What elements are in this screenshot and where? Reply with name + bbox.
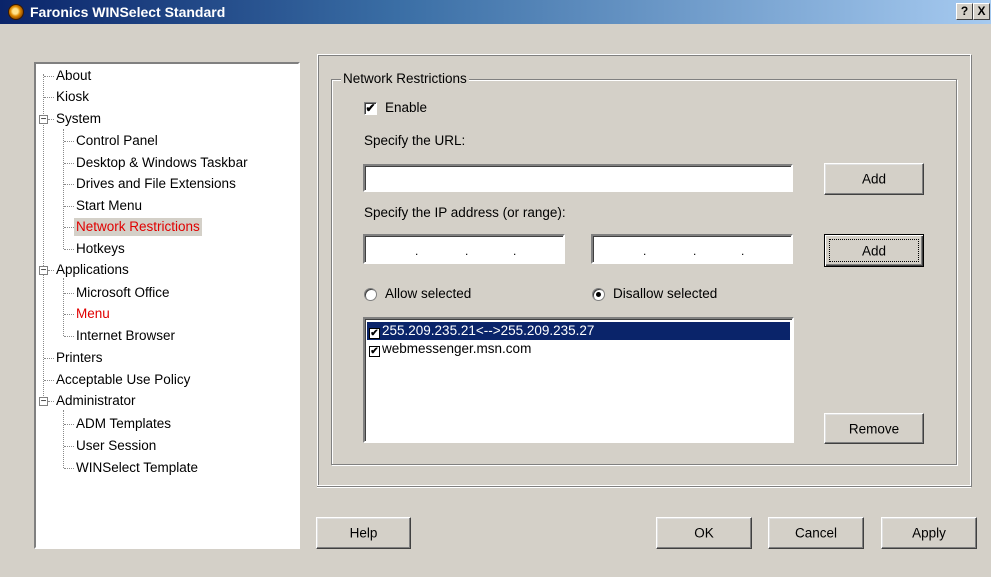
tree-line xyxy=(64,184,74,185)
tree-line xyxy=(48,119,54,120)
tree-line xyxy=(44,76,54,77)
tree-item-winselect-template[interactable]: WINSelect Template xyxy=(76,459,198,477)
tree-line xyxy=(48,401,54,402)
ip-dot: . xyxy=(741,244,745,258)
ok-button-label: OK xyxy=(694,525,714,541)
tree-line xyxy=(63,129,64,249)
add-ip-button-label: Add xyxy=(861,243,887,258)
tree-line xyxy=(64,249,74,250)
remove-button-label: Remove xyxy=(848,421,900,436)
tree-item-desktop-taskbar[interactable]: Desktop & Windows Taskbar xyxy=(76,154,248,172)
tree-line xyxy=(64,336,74,337)
tree-item-printers[interactable]: Printers xyxy=(56,349,103,367)
ip-dot: . xyxy=(693,244,697,258)
list-item-checkbox[interactable]: ✔ xyxy=(369,346,380,357)
network-restrictions-page: Network Restrictions ✔ Enable Specify th… xyxy=(317,54,971,486)
url-label: Specify the URL: xyxy=(364,133,466,148)
radio-dot xyxy=(596,292,601,297)
tree-item-acceptable-use-policy[interactable]: Acceptable Use Policy xyxy=(56,371,190,389)
tree-line xyxy=(63,278,64,336)
list-item-checkbox[interactable]: ✔ xyxy=(369,328,380,339)
cancel-button[interactable]: Cancel xyxy=(768,517,864,549)
apply-button[interactable]: Apply xyxy=(881,517,977,549)
allow-selected-label[interactable]: Allow selected xyxy=(385,286,471,301)
tree-line xyxy=(64,206,74,207)
help-button[interactable]: Help xyxy=(316,517,411,549)
tree-item-menu[interactable]: Menu xyxy=(76,305,110,323)
tree-item-internet-browser[interactable]: Internet Browser xyxy=(76,327,175,345)
tree-line xyxy=(64,227,74,228)
restriction-list[interactable]: ✔ 255.209.235.21<-->255.209.235.27 ✔ webme… xyxy=(363,317,794,443)
tree-line xyxy=(64,446,74,447)
list-item-text: webmessenger.msn.com xyxy=(382,341,532,356)
add-url-button-label: Add xyxy=(861,171,887,187)
tree-line xyxy=(44,358,54,359)
ip-dot: . xyxy=(513,244,517,258)
tree-item-system[interactable]: System xyxy=(56,110,101,128)
tree-item-hotkeys[interactable]: Hotkeys xyxy=(76,240,125,258)
settings-tree[interactable]: About Kiosk − System Control Panel Deskt… xyxy=(34,62,300,549)
help-title-button[interactable]: ? xyxy=(956,3,973,20)
ip-start-input[interactable]: . . . xyxy=(363,234,565,264)
app-icon xyxy=(8,4,24,20)
ip-dot: . xyxy=(465,244,469,258)
apply-button-label: Apply xyxy=(912,525,946,541)
cancel-button-label: Cancel xyxy=(794,525,838,541)
collapse-administrator-icon[interactable]: − xyxy=(39,397,48,407)
help-button-label: Help xyxy=(349,525,378,541)
list-item[interactable]: ✔ webmessenger.msn.com xyxy=(367,340,790,358)
tree-item-network-restrictions[interactable]: Network Restrictions xyxy=(74,218,202,236)
tree-line xyxy=(64,141,74,142)
group-title: Network Restrictions xyxy=(341,71,469,86)
close-title-button[interactable]: X xyxy=(973,3,990,20)
ip-dot: . xyxy=(415,244,419,258)
footer-separator xyxy=(317,486,971,488)
enable-checkbox[interactable]: ✔ xyxy=(364,102,377,115)
tree-line xyxy=(63,410,64,468)
enable-label[interactable]: Enable xyxy=(385,100,427,115)
list-item-text: 255.209.235.21<-->255.209.235.27 xyxy=(382,323,595,338)
tree-item-control-panel[interactable]: Control Panel xyxy=(76,132,158,150)
tree-item-user-session[interactable]: User Session xyxy=(76,437,156,455)
remove-button[interactable]: Remove xyxy=(824,413,924,444)
tree-line xyxy=(64,424,74,425)
tree-item-about[interactable]: About xyxy=(56,67,91,85)
tree-item-kiosk[interactable]: Kiosk xyxy=(56,88,89,106)
title-bar: Faronics WINSelect Standard ? X xyxy=(0,0,991,24)
window-title: Faronics WINSelect Standard xyxy=(30,4,226,20)
tree-item-microsoft-office[interactable]: Microsoft Office xyxy=(76,284,170,302)
tree-line xyxy=(44,97,54,98)
list-item[interactable]: ✔ 255.209.235.21<-->255.209.235.27 xyxy=(367,322,790,340)
ok-button[interactable]: OK xyxy=(656,517,752,549)
add-url-button[interactable]: Add xyxy=(824,163,924,195)
ip-label: Specify the IP address (or range): xyxy=(364,205,566,220)
collapse-applications-icon[interactable]: − xyxy=(39,266,48,276)
tree-line xyxy=(64,163,74,164)
url-input[interactable] xyxy=(363,164,793,192)
disallow-selected-label[interactable]: Disallow selected xyxy=(613,286,717,301)
tree-line xyxy=(64,314,74,315)
tree-line xyxy=(64,293,74,294)
tree-item-administrator[interactable]: Administrator xyxy=(56,392,136,410)
add-ip-button[interactable]: Add xyxy=(824,234,924,267)
tree-item-start-menu[interactable]: Start Menu xyxy=(76,197,142,215)
tree-item-adm-templates[interactable]: ADM Templates xyxy=(76,415,171,433)
collapse-system-icon[interactable]: − xyxy=(39,115,48,125)
disallow-selected-radio[interactable] xyxy=(592,288,605,301)
tree-line xyxy=(44,380,54,381)
tree-item-applications[interactable]: Applications xyxy=(56,261,129,279)
ip-dot: . xyxy=(643,244,647,258)
tree-line xyxy=(64,468,74,469)
allow-selected-radio[interactable] xyxy=(364,288,377,301)
tree-line xyxy=(48,270,54,271)
tree-item-drives-file-extensions[interactable]: Drives and File Extensions xyxy=(76,175,236,193)
ip-end-input[interactable]: . . . xyxy=(591,234,793,264)
